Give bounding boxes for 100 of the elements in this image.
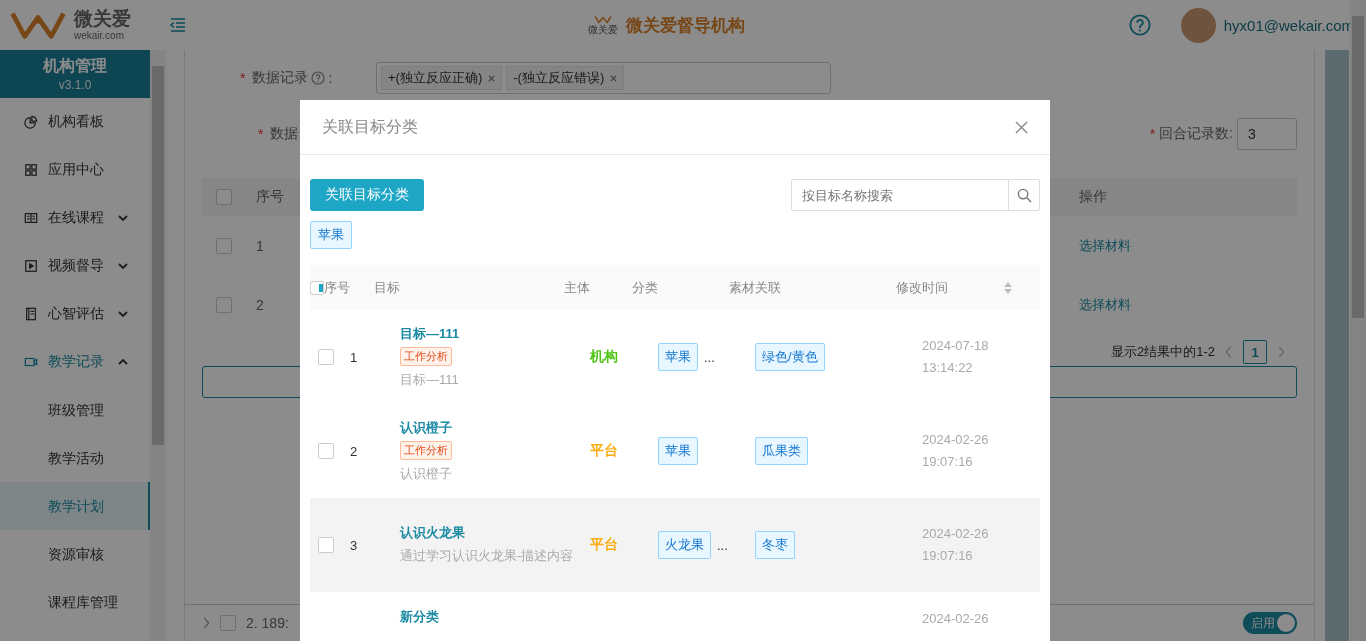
column-header: 操作 [1079,188,1108,206]
column-header: 主体 [564,278,591,297]
subject-label: 机构 [590,348,618,364]
logo-icon [594,15,612,24]
column-header: 分类 [632,278,659,297]
pagination-summary: 显示2结果中的1-2 [1110,343,1215,361]
help-icon[interactable] [311,71,326,85]
chevron-up-icon [118,359,128,365]
table-row[interactable]: 3 认识火龙果 通过学习认识火龙果-描述内容 平台 火龙果 ... 冬枣 2024-02-26 19:07:16 [310,498,1040,592]
goal-description: 认识橙子 [400,464,452,483]
sidebar-item[interactable]: 心智评估 [0,290,150,338]
modified-date: 2024-02-26 [922,525,990,543]
link-category-button[interactable]: 关联目标分类 [310,179,424,211]
more-indicator: ... [704,349,715,365]
toggle-switch[interactable]: 启用 [1243,612,1297,634]
sidebar-scrollbar[interactable] [150,50,166,641]
play-icon [24,259,38,273]
material-tag: 绿色/黄色 [755,343,825,371]
form-label: 回合记录数: [1159,125,1233,143]
goal-title[interactable]: 认识火龙果 [400,524,465,542]
table-cell: 3 [350,537,358,553]
goal-tag: 工作分析 [400,346,452,366]
dialog-title: 关联目标分类 [322,116,418,137]
rounds-input[interactable]: 3 [1237,118,1297,150]
form-label: 数据记录 [252,69,309,87]
help-icon[interactable] [1128,14,1151,36]
next-page-icon[interactable] [1277,346,1285,358]
subject-label: 平台 [590,536,618,552]
chevron-down-icon [118,263,128,269]
sidebar-subitem[interactable]: 教学计划 [0,482,150,530]
version-label: v3.1.0 [58,77,92,93]
book-icon [24,211,38,225]
logo-domain: wekair.com [74,30,124,42]
page-scrollbar[interactable] [1350,0,1366,641]
checkbox[interactable] [216,296,232,313]
sidebar-subitem[interactable]: 资源审核 [0,530,150,578]
goal-title[interactable]: 目标—111 [400,324,460,343]
selected-tag: -(独立反应错误) [506,66,625,90]
sidebar-item[interactable]: 应用中心 [0,146,150,194]
modified-date: 2024-02-26 [922,610,990,628]
sidebar-item[interactable]: 机构看板 [0,98,150,146]
material-tag: 冬枣 [755,531,795,559]
logo-caption: 微关爱 [588,24,618,35]
pie-chart-icon [24,115,38,129]
search-icon [1016,187,1032,203]
subject-label: 平台 [590,442,618,458]
goal-title[interactable]: 认识橙子 [400,418,452,437]
more-indicator: ... [717,537,728,553]
video-camera-icon [24,355,38,369]
modified-time: 19:07:16 [922,547,974,565]
app-title: 微关爱督导机构 [626,14,745,37]
grid-icon [24,163,38,177]
sidebar-item[interactable]: 在线课程 [0,194,150,242]
table-row[interactable]: 1 目标—111 工作分析 目标—111 机构 苹果 ... 绿色/黄色 2024-07-18 13:14:22 [310,310,1040,404]
sort-icon[interactable] [1004,281,1012,294]
table-cell: 1 [256,237,264,254]
sidebar-title: 机构管理 [43,56,107,76]
close-icon[interactable] [1015,120,1028,134]
previous-page-icon[interactable] [1225,346,1233,358]
checkbox[interactable] [318,537,334,553]
chevron-down-icon [118,215,128,221]
checkbox[interactable] [216,237,232,254]
column-header: 修改时间 [896,278,949,297]
category-tag: 火龙果 [658,531,711,559]
sidebar-subitem[interactable]: 教学活动 [0,434,150,482]
select-material-link[interactable]: 选择材料 [1079,236,1297,255]
table-cell: 2 [350,443,358,459]
select-material-link[interactable]: 选择材料 [1079,295,1297,314]
remove-icon[interactable] [488,74,496,82]
checkbox[interactable] [318,443,334,459]
table-cell: 2 [256,296,264,313]
avatar[interactable] [1180,7,1216,43]
column-header: 目标 [374,278,401,297]
table-row[interactable]: 2 认识橙子 工作分析 认识橙子 平台 苹果 瓜果类 2024-02-26 19:07:16 [310,404,1040,498]
sidebar-subitem[interactable]: 班级管理 [0,386,150,434]
checkbox[interactable] [310,280,324,295]
page-button[interactable]: 1 [1243,340,1267,364]
checkbox[interactable] [220,615,236,631]
sidebar-item[interactable]: 视频督导 [0,242,150,290]
column-header: 素材关联 [729,278,782,297]
required-mark: * [1149,126,1156,142]
filter-tag[interactable]: 苹果 [310,221,352,249]
sidebar-item[interactable]: 教学记录 [0,338,150,386]
search-button[interactable] [1008,179,1040,211]
modified-time: 13:14:22 [922,359,974,377]
modified-date: 2024-02-26 [922,431,990,449]
sidebar-subitem[interactable]: 课程库管理 [0,578,150,626]
search-field[interactable]: 按目标名称搜索 [791,179,1008,211]
table-row[interactable]: 新分类 2024-02-26 [310,592,1040,641]
menu-toggle-icon[interactable] [170,18,186,32]
checkbox[interactable] [216,189,232,205]
goal-tag: 工作分析 [400,440,452,460]
required-mark: * [240,70,246,86]
checkbox[interactable] [318,349,334,365]
selected-tag: +(独立反应正确) [381,66,503,90]
user-email[interactable]: hyx01@wekair.com [1223,16,1354,34]
category-tag: 苹果 [658,343,698,371]
remove-icon[interactable] [610,74,618,82]
tag-select-field[interactable]: +(独立反应正确) -(独立反应错误) [376,62,831,94]
goal-title[interactable]: 新分类 [400,608,439,626]
